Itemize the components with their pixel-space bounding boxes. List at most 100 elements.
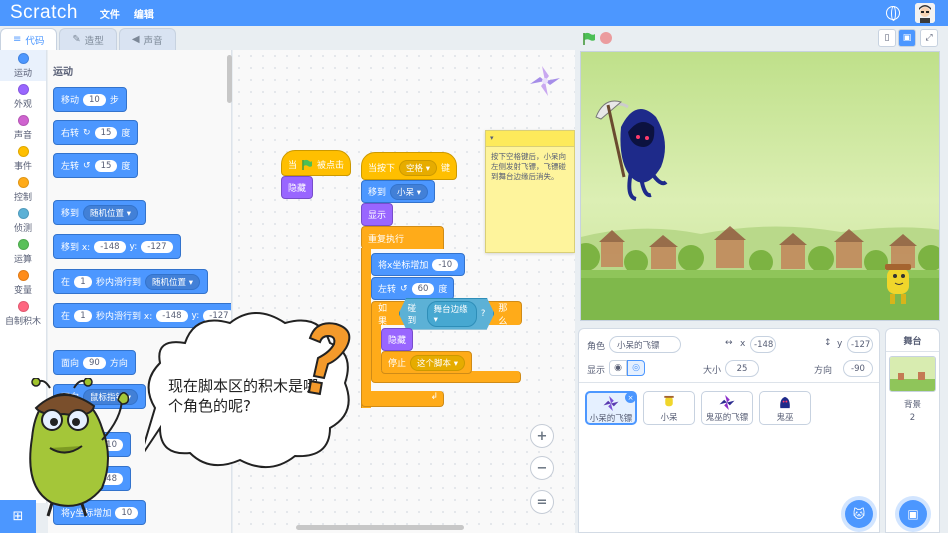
fullscreen-button[interactable]: ⤢ [920, 29, 938, 47]
if-then-block[interactable]: 如果 碰到 舞台边缘 ▾ ? 那么 [371, 297, 522, 330]
zoom-in-button[interactable]: + [530, 424, 554, 448]
goto-target-dropdown[interactable]: 小呆 ▾ [390, 183, 428, 200]
change-x-block[interactable]: 将x坐标增加 -10 [371, 253, 466, 276]
tab-code[interactable]: ≡ 代码 [0, 28, 58, 50]
hide-block-inner[interactable]: 隐藏 [381, 328, 414, 351]
stop-block[interactable]: 停止 这个脚本 ▾ [381, 351, 472, 374]
show-sprite-button[interactable]: ◉ [609, 360, 627, 376]
stage-target-panel[interactable]: 舞台 背景 2 ▣ [885, 328, 940, 533]
palette-goto-block[interactable]: 移到 随机位置 ▾ [53, 200, 146, 225]
category-dot-icon [17, 83, 29, 95]
stop-button[interactable] [600, 32, 612, 44]
when-key-pressed-block[interactable]: 当按下 空格 ▾ 键 [361, 152, 458, 180]
block-input[interactable]: 15 [94, 126, 118, 139]
script-scrollbar[interactable] [296, 525, 464, 530]
normal-stage-icon: ▣ [902, 33, 912, 43]
x-value: -148 [754, 339, 774, 350]
ghost-thumb-icon [780, 396, 790, 409]
block-dropdown[interactable]: 随机位置 ▾ [145, 273, 201, 290]
mascot-icon [29, 377, 130, 517]
comment-note[interactable]: ▾ 按下空格键后，小呆向左侧发射飞镖，飞镖碰到舞台边缘后消失。 [485, 130, 575, 253]
category-dot-icon [17, 52, 29, 64]
zoom-reset-icon: = [536, 494, 548, 510]
choose-backdrop-button[interactable]: ▣ [899, 500, 927, 528]
green-flag-icon[interactable] [582, 32, 596, 46]
block-input[interactable]: 90 [83, 356, 106, 369]
choose-sprite-button[interactable]: 🐱 [845, 500, 873, 528]
avatar[interactable] [915, 3, 935, 23]
block-input[interactable]: 15 [94, 159, 118, 172]
stop-option-dropdown[interactable]: 这个脚本 ▾ [410, 354, 465, 371]
category-8[interactable]: 变量 [0, 267, 46, 298]
cat-icon: 🐱 [852, 507, 866, 521]
editor-tabs: ≡ 代码 ✎ 造型 ◀ 声音 [0, 28, 178, 50]
category-1[interactable]: 运动 [0, 50, 46, 81]
palette-glide-block[interactable]: 在 1 秒内滑行到 随机位置 ▾ [53, 269, 209, 294]
category-4[interactable]: 事件 [0, 143, 46, 174]
block-input[interactable]: 60 [411, 282, 435, 295]
goto-sprite-block[interactable]: 移到 小呆 ▾ [361, 180, 435, 203]
y-field[interactable]: -127 [847, 336, 873, 353]
globe-icon[interactable] [886, 6, 900, 21]
show-block[interactable]: 显示 [361, 203, 394, 226]
file-menu[interactable]: 文件 [100, 6, 120, 21]
block-label: 方向 [109, 359, 128, 369]
size-field[interactable]: 25 [725, 360, 759, 377]
category-3[interactable]: 声音 [0, 112, 46, 143]
block-dropdown[interactable]: 随机位置 ▾ [83, 204, 138, 221]
block-input[interactable]: -127 [141, 240, 173, 253]
tab-sounds[interactable]: ◀ 声音 [118, 28, 176, 50]
hide-block[interactable]: 隐藏 [281, 176, 314, 199]
small-stage-button[interactable]: ▯ [878, 29, 896, 47]
turn-left-block[interactable]: 左转 ↺ 60 度 [371, 277, 455, 300]
sprite-name-field[interactable]: 小呆的飞镖 [609, 336, 681, 353]
palette-move-block[interactable]: 移动 10 步 [53, 87, 127, 112]
category-2[interactable]: 外观 [0, 81, 46, 112]
category-dot-icon [17, 114, 29, 126]
category-5[interactable]: 控制 [0, 174, 46, 205]
sprite-tile-ghost[interactable]: 鬼巫 [759, 391, 811, 425]
category-9[interactable]: 自制积木 [0, 298, 46, 329]
sprite-tile-xiaodai[interactable]: 小呆 [643, 391, 695, 425]
palette-point-direction-block[interactable]: 面向 90 方向 [53, 350, 136, 375]
tab-sounds-label: 声音 [143, 35, 163, 47]
palette-turn-left-block[interactable]: 左转 ↺ 15 度 [53, 153, 139, 178]
when-flag-clicked-block[interactable]: 当 被点击 [281, 150, 352, 176]
block-input[interactable]: 1 [74, 275, 93, 288]
palette-section-title: 运动 [53, 67, 73, 78]
block-input[interactable]: 1 [74, 309, 93, 322]
direction-field[interactable]: -90 [843, 360, 873, 377]
y-label: y [837, 339, 843, 349]
sprite-tile-dart[interactable]: 小呆的飞镖 × [585, 391, 637, 425]
palette-turn-right-block[interactable]: 右转 ↻ 15 度 [53, 120, 139, 145]
key-dropdown[interactable]: 空格 ▾ [399, 159, 437, 176]
edit-menu[interactable]: 编辑 [134, 6, 154, 21]
hide-sprite-button[interactable]: ◎ [627, 360, 645, 376]
small-stage-icon: ▯ [884, 33, 890, 43]
touching-block[interactable]: 碰到 舞台边缘 ▾ ? [398, 297, 495, 330]
rotate-left-icon: ↺ [400, 283, 408, 294]
scratch-logo[interactable]: Scratch [10, 2, 78, 24]
stage-canvas[interactable] [580, 51, 940, 321]
category-6[interactable]: 侦测 [0, 205, 46, 236]
category-label: 变量 [13, 285, 32, 296]
delete-sprite-icon[interactable]: × [625, 392, 636, 403]
x-label: x [740, 339, 746, 349]
zoom-reset-button[interactable]: = [530, 490, 554, 514]
palette-goto-xy-block[interactable]: 移到 x: -148 y: -127 [53, 234, 181, 259]
block-input[interactable]: -10 [432, 258, 459, 271]
category-7[interactable]: 运算 [0, 236, 46, 267]
palette-scrollbar[interactable] [227, 55, 232, 103]
zoom-out-button[interactable]: − [530, 456, 554, 480]
x-field[interactable]: -148 [750, 336, 776, 353]
block-input[interactable]: -148 [94, 240, 126, 253]
note-text[interactable]: 按下空格键后，小呆向左侧发射飞镖，飞镖碰到舞台边缘后消失。 [486, 147, 574, 187]
touching-target-dropdown[interactable]: 舞台边缘 ▾ [426, 300, 477, 327]
sprite-tile-ghost-dart[interactable]: 鬼巫的飞镖 [701, 391, 753, 425]
tab-costumes[interactable]: ✎ 造型 [59, 28, 117, 50]
block-input[interactable]: 10 [83, 93, 106, 106]
note-header[interactable]: ▾ [486, 131, 574, 147]
forever-block[interactable]: 重复执行 [361, 226, 444, 249]
normal-stage-button[interactable]: ▣ [898, 29, 916, 47]
sprite-name-value: 小呆的飞镖 [617, 340, 660, 351]
